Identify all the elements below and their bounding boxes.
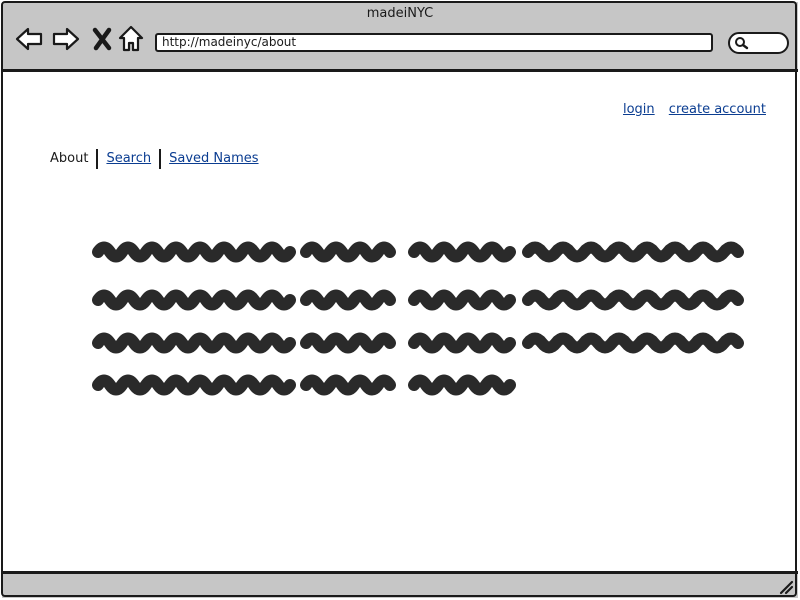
placeholder-scribble [522, 241, 744, 263]
arrow-right-icon [52, 27, 80, 51]
placeholder-scribble [408, 241, 516, 263]
address-bar[interactable]: http://madeinyc/about [155, 33, 713, 52]
browser-titlebar: madeiNYC http://madeinyc/about [2, 2, 798, 72]
placeholder-scribble [92, 332, 296, 354]
page-content: login create account About Search Saved … [2, 72, 798, 572]
placeholder-scribble [522, 332, 744, 354]
back-button[interactable] [14, 24, 44, 54]
placeholder-scribble [300, 241, 396, 263]
placeholder-scribble [300, 332, 396, 354]
placeholder-scribble [92, 241, 296, 263]
stop-button[interactable] [88, 24, 118, 54]
home-button[interactable] [116, 24, 146, 54]
arrow-left-icon [15, 27, 43, 51]
browser-search-box[interactable] [728, 32, 789, 54]
placeholder-scribble [300, 374, 396, 396]
placeholder-scribble [92, 374, 296, 396]
forward-button[interactable] [51, 24, 81, 54]
placeholder-scribble [522, 289, 744, 311]
placeholder-scribble [408, 289, 516, 311]
placeholder-scribble [408, 374, 516, 396]
placeholder-text-block [92, 241, 744, 396]
placeholder-scribble [300, 289, 396, 311]
browser-window: madeiNYC http://madeinyc/about login cre… [0, 0, 800, 600]
placeholder-scribble [408, 332, 516, 354]
browser-statusbar [2, 571, 798, 598]
close-icon [92, 27, 112, 51]
resize-grip-icon[interactable] [778, 579, 794, 595]
placeholder-scribble [92, 289, 296, 311]
search-icon [735, 37, 749, 50]
home-icon [118, 25, 144, 52]
window-title: madeiNYC [366, 6, 434, 21]
